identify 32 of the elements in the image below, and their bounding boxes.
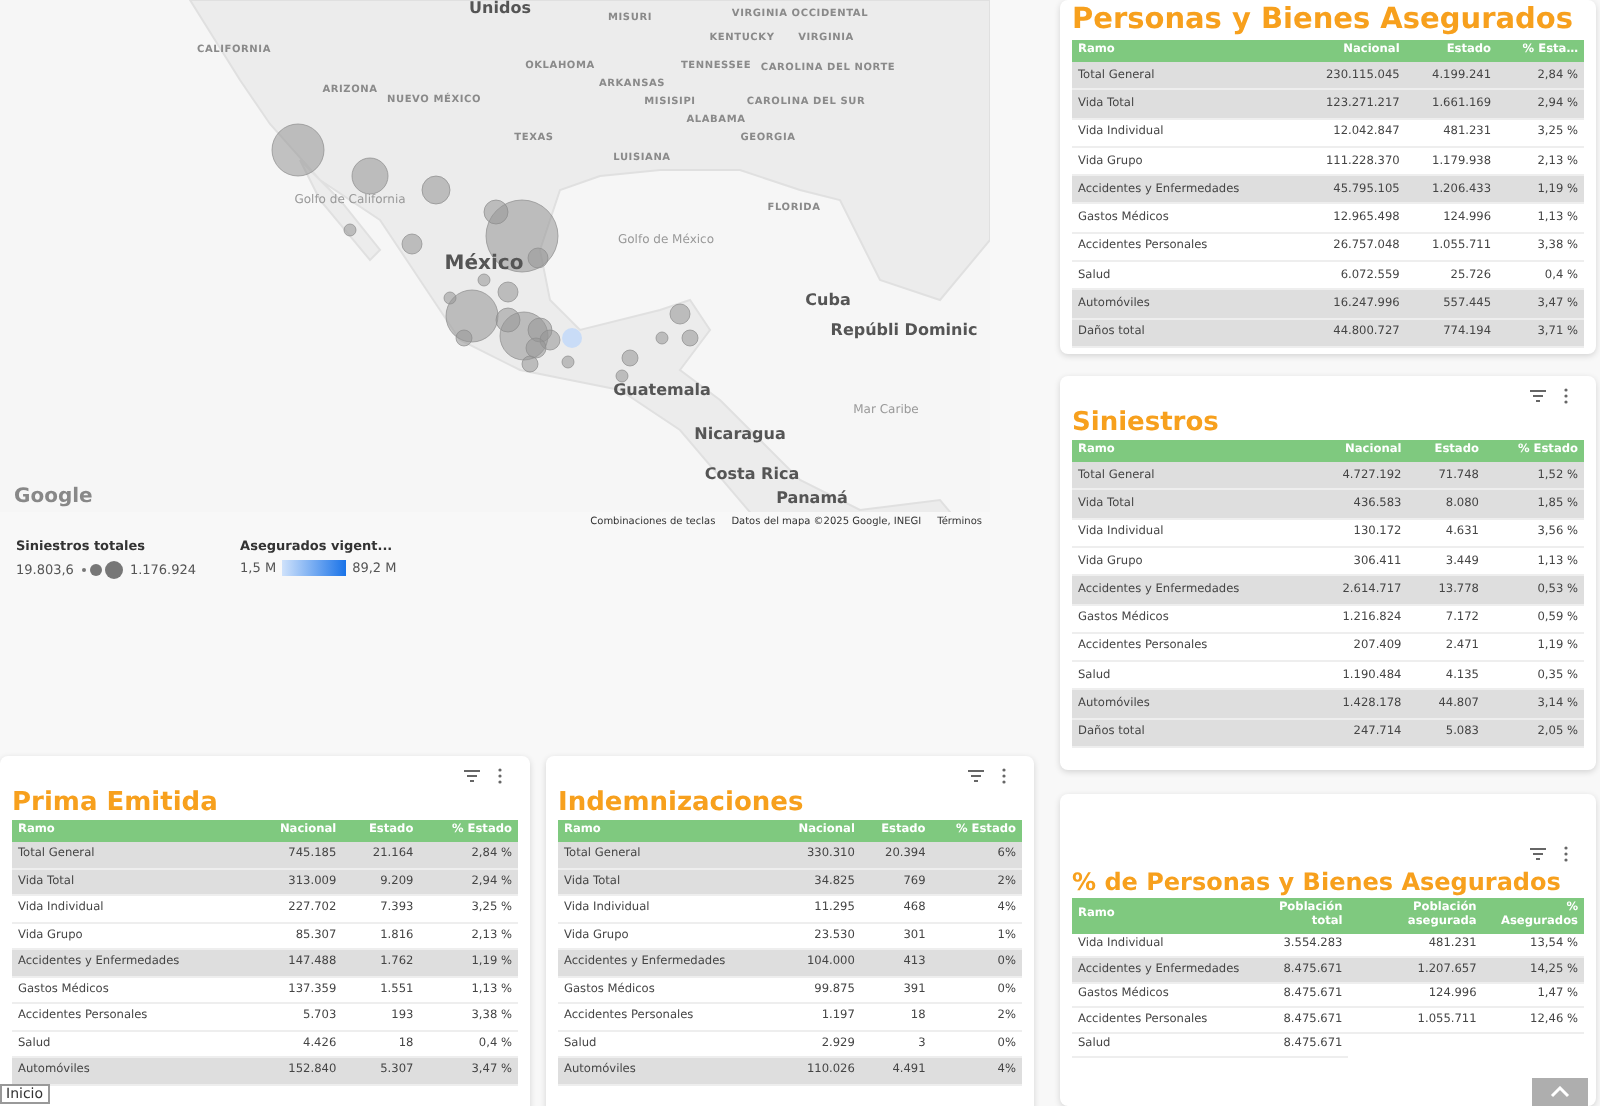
bubble-marker [401,233,423,255]
map-label: Panamá [776,489,848,507]
table-title: Prima Emitida [12,788,220,820]
table-title: Siniestros [1072,408,1221,441]
color-scale-bar [282,560,347,576]
bubble-marker [351,157,389,195]
bubble-marker [655,331,669,345]
filter-icon[interactable] [968,770,984,782]
size-scale-icon [79,560,124,580]
map-logo: Google [14,486,93,508]
bubble-marker [669,303,691,325]
bubble-marker [621,349,639,367]
map-label: Repúbli Dominic [830,321,978,339]
chevron-up-icon [1550,1086,1570,1098]
bubble-marker [562,328,582,348]
filter-icon[interactable] [464,770,480,782]
bubble-marker [681,329,699,347]
map-label: Guatemala [613,381,711,399]
bubble-marker [271,123,325,177]
bubble-marker [343,223,357,237]
map-label: Costa Rica [704,465,800,483]
filter-icon[interactable] [1530,847,1546,860]
map-label: Nicaragua [694,425,786,443]
table-title: Personas y Bienes Asegurados [1072,2,1575,40]
table-title: % de Personas y Bienes Asegurados [1072,865,1563,898]
map-label: Cuba [805,291,851,309]
map-label: Unidos [469,0,531,17]
filter-icon[interactable] [1530,390,1546,403]
bubble-marker [421,175,451,205]
map-label: México [444,253,524,275]
bubble-marker [561,355,575,369]
table-title: Indemnizaciones [558,788,806,820]
